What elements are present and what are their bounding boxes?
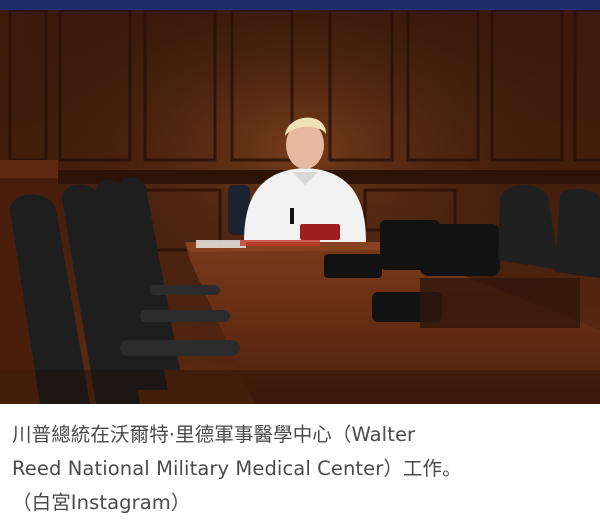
caption-line-2: Reed National Military Medical Center）工作… xyxy=(12,457,462,480)
photo-caption: 川普總統在沃爾特·里德軍事醫學中心（Walter Reed National M… xyxy=(0,404,600,520)
top-accent-bar xyxy=(0,0,600,10)
caption-line-1: 川普總統在沃爾特·里德軍事醫學中心（Walter xyxy=(12,423,416,446)
caption-line-3: （白宮Instagram） xyxy=(12,491,191,514)
news-photo xyxy=(0,10,600,404)
